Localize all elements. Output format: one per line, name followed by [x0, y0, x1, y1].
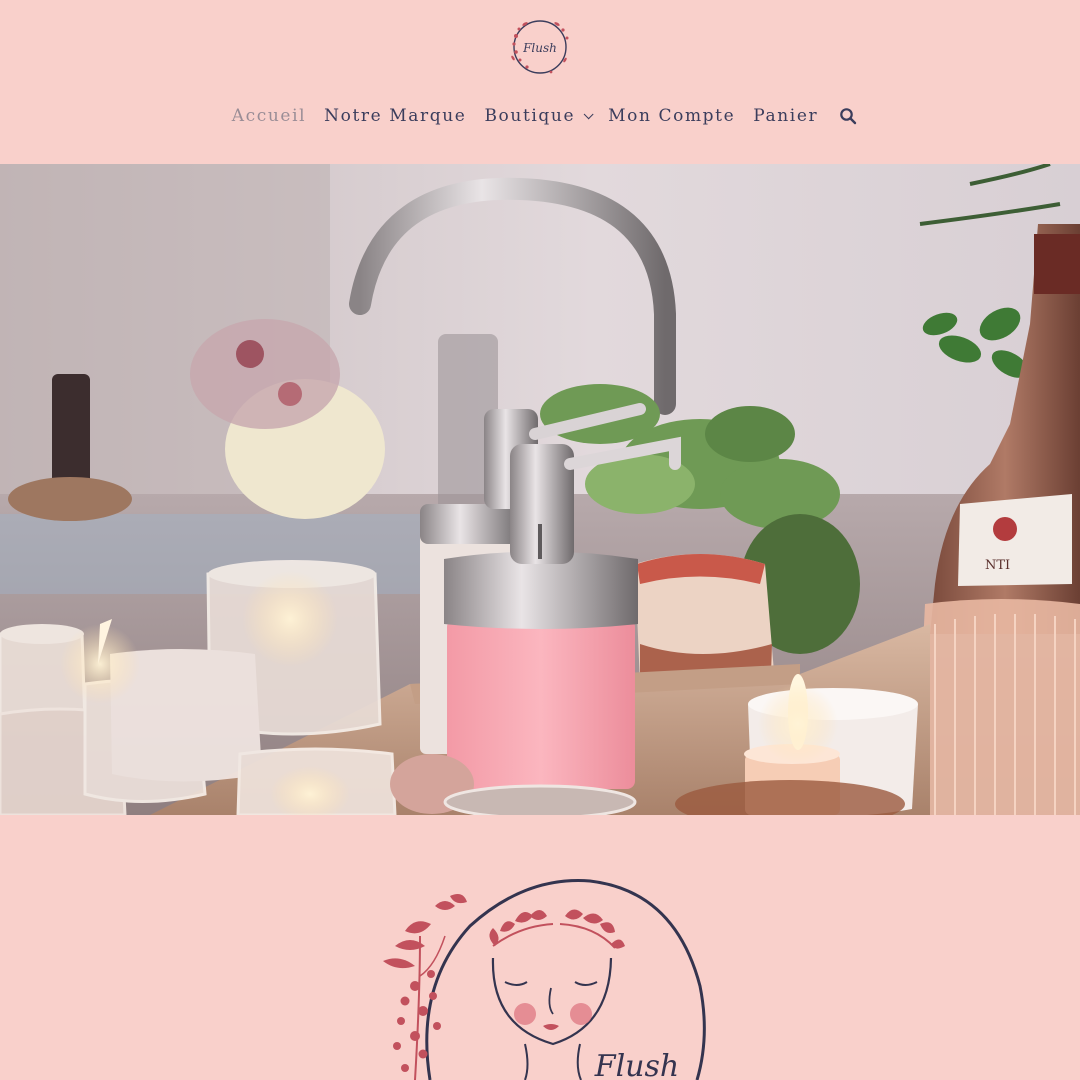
search-button[interactable]: [839, 107, 857, 125]
brand-logo: Flush: [375, 876, 710, 1080]
nav-item-notre-marque[interactable]: Notre Marque: [324, 106, 466, 126]
nav-item-panier[interactable]: Panier: [753, 106, 818, 126]
flush-wreath-logo-icon: Flush: [511, 20, 569, 74]
nav-item-accueil[interactable]: Accueil: [232, 106, 306, 126]
nav-label: Notre Marque: [324, 106, 467, 126]
site-logo[interactable]: Flush: [507, 16, 573, 78]
nav-label: Accueil: [231, 106, 307, 126]
site-header: Flush Accueil Notre Marque Boutique Mon …: [0, 0, 1080, 164]
svg-text:Flush: Flush: [594, 1049, 679, 1080]
main-nav: Accueil Notre Marque Boutique Mon Compte…: [0, 103, 1080, 129]
nav-label: Panier: [753, 106, 819, 126]
svg-text:Flush: Flush: [522, 41, 557, 55]
search-icon: [840, 108, 857, 125]
nav-item-mon-compte[interactable]: Mon Compte: [608, 106, 735, 126]
svg-text:NTI: NTI: [985, 558, 1010, 573]
hero-banner: NTI: [0, 164, 1080, 815]
chevron-down-icon: [583, 108, 594, 119]
nav-label: Boutique: [484, 106, 576, 126]
spa-products-photo-icon: NTI: [0, 164, 1080, 815]
nav-label: Mon Compte: [608, 106, 736, 126]
flush-face-logo-icon: Flush: [383, 879, 706, 1080]
nav-item-boutique[interactable]: Boutique: [484, 106, 594, 126]
